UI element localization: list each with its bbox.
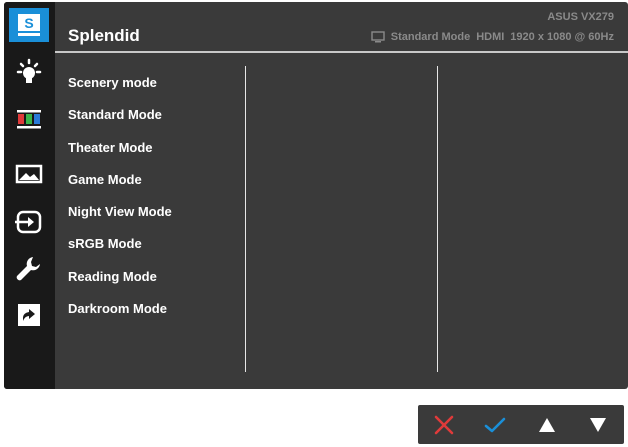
input-source: HDMI [476, 31, 505, 43]
system-setup-icon[interactable] [9, 252, 49, 286]
menu-item-theater-mode[interactable]: Theater Mode [68, 138, 172, 170]
osd-menu: S Splendid ASUS VX279 Standard Mode HDMI… [4, 2, 628, 389]
column-divider [437, 66, 438, 372]
page-title: Splendid [68, 26, 140, 45]
splendid-mode-list: Scenery mode Standard Mode Theater Mode … [68, 73, 172, 331]
menu-item-night-view-mode[interactable]: Night View Mode [68, 202, 172, 234]
menu-item-game-mode[interactable]: Game Mode [68, 170, 172, 202]
menu-item-darkroom-mode[interactable]: Darkroom Mode [68, 299, 172, 331]
down-button[interactable] [578, 408, 618, 442]
current-mode: Standard Mode [390, 31, 471, 43]
up-button[interactable] [527, 408, 567, 442]
status-bar: Standard Mode HDMI 1920 x 1080 @ 60Hz [371, 30, 614, 44]
down-arrow-icon [590, 417, 607, 432]
monitor-icon [371, 31, 385, 43]
model-name: ASUS VX279 [547, 11, 614, 23]
menu-item-reading-mode[interactable]: Reading Mode [68, 267, 172, 299]
blue-light-filter-icon[interactable] [9, 56, 49, 90]
shortcut-icon[interactable] [9, 298, 49, 332]
menu-item-srgb-mode[interactable]: sRGB Mode [68, 234, 172, 266]
color-icon[interactable] [9, 102, 49, 136]
close-icon [434, 415, 454, 434]
image-icon[interactable] [9, 157, 49, 191]
column-divider [245, 66, 246, 372]
menu-item-standard-mode[interactable]: Standard Mode [68, 105, 172, 137]
control-buttons [418, 405, 624, 444]
close-button[interactable] [424, 408, 464, 442]
check-icon [484, 417, 506, 432]
header: Splendid ASUS VX279 Standard Mode HDMI 1… [55, 2, 628, 53]
splendid-icon[interactable]: S [9, 8, 49, 42]
input-select-icon[interactable] [9, 205, 49, 239]
up-arrow-icon [538, 417, 555, 432]
resolution: 1920 x 1080 @ 60Hz [510, 31, 614, 43]
sidebar: S [4, 2, 55, 389]
svg-text:S: S [24, 15, 33, 31]
menu-item-scenery-mode[interactable]: Scenery mode [68, 73, 172, 105]
confirm-button[interactable] [475, 408, 515, 442]
